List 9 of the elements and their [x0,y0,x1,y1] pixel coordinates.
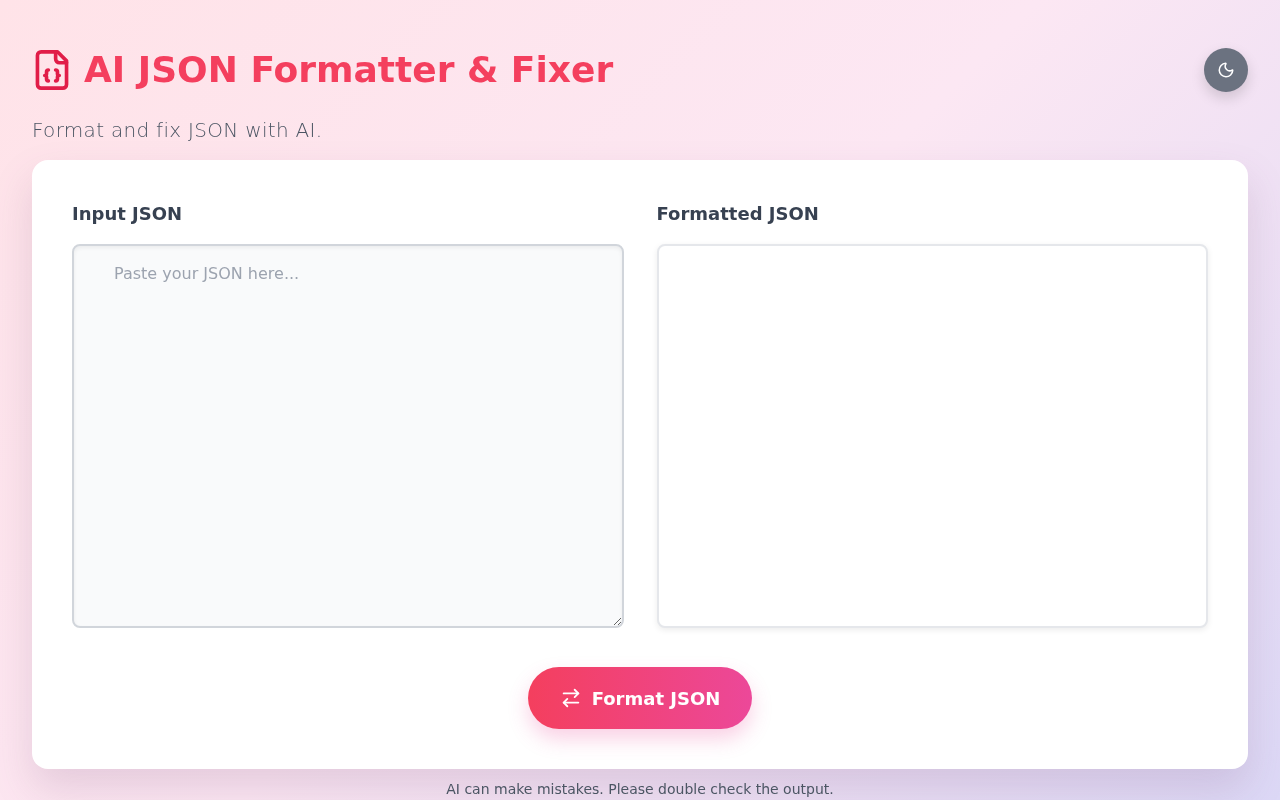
output-label: Formatted JSON [656,202,819,226]
theme-toggle-button[interactable] [1204,48,1248,92]
moon-icon [1217,61,1235,79]
input-label: Input JSON [72,202,183,226]
disclaimer-text: AI can make mistakes. Please double check the output. [446,780,834,798]
app-title: AI JSON Formatter & Fixer [84,48,614,92]
json-input-field[interactable]: Paste your JSON here... [72,244,624,628]
format-button[interactable]: Format JSON [527,667,753,729]
app-subtitle: Format and fix JSON with AI. [32,117,323,144]
